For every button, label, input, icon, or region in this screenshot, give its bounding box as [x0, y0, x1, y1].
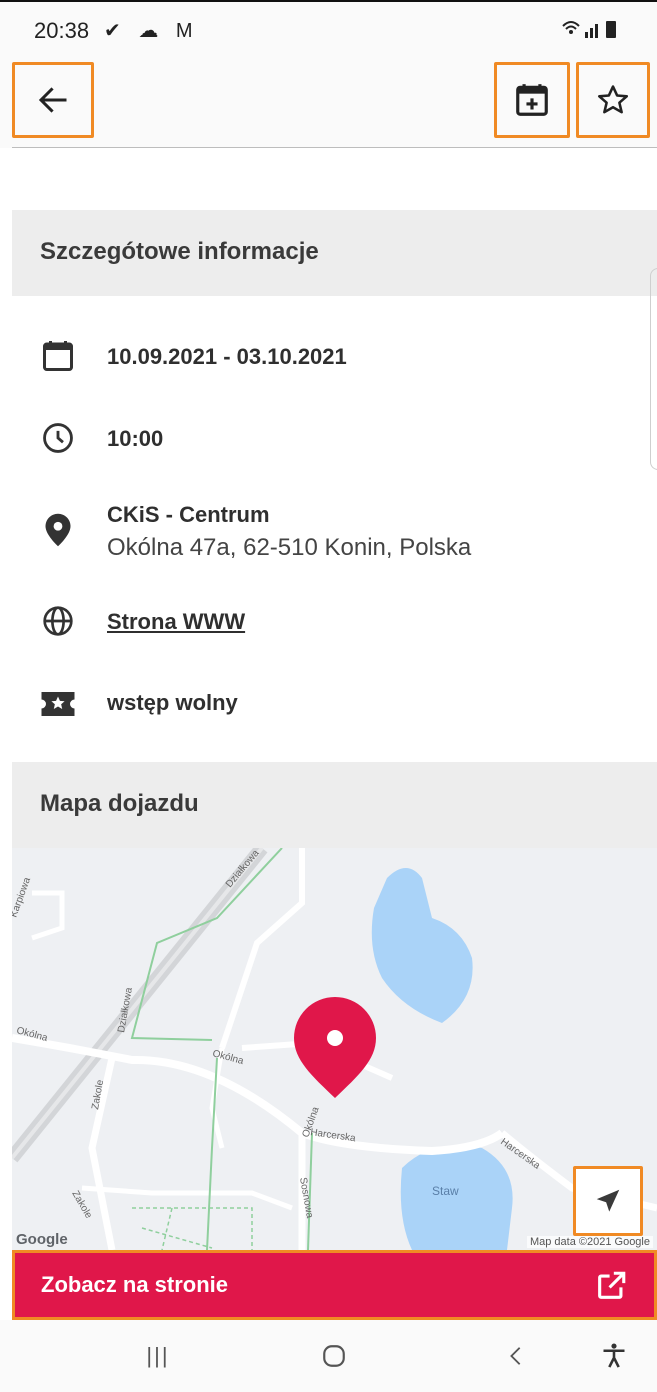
open-external-icon: [598, 1271, 626, 1299]
system-nav-bar: |||: [0, 1320, 657, 1392]
venue-address: Okólna 47a, 62-510 Konin, Polska: [107, 534, 472, 561]
event-date: 10.09.2021 - 03.10.2021: [107, 344, 347, 369]
my-location-button[interactable]: [573, 1166, 643, 1236]
star-outline-icon: [597, 85, 629, 114]
system-status-icons: [561, 18, 621, 46]
cta-label: Zobacz na stronie: [41, 1272, 229, 1297]
back-arrow-icon: [38, 87, 67, 113]
system-back-button[interactable]: [486, 1334, 546, 1378]
event-time: 10:00: [107, 426, 164, 451]
ticket-info: wstęp wolny: [107, 690, 238, 715]
globe-icon: [40, 603, 76, 639]
accessibility-button[interactable]: [584, 1334, 644, 1378]
chevron-left-icon: [510, 1347, 521, 1365]
lake-label: Staw: [432, 1184, 459, 1198]
map-view[interactable]: Działkowa Karpiowa Okólna Działkowa Zako…: [12, 848, 657, 1250]
home-icon: [323, 1345, 345, 1367]
recents-icon: |||: [146, 1343, 170, 1368]
venue-name: CKiS - Centrum: [107, 502, 270, 527]
add-to-calendar-button[interactable]: [494, 62, 570, 138]
calendar-plus-icon: [516, 84, 548, 116]
location-pin-icon: [40, 512, 76, 548]
recents-button[interactable]: |||: [128, 1334, 188, 1378]
scroll-indicator[interactable]: [650, 268, 657, 470]
home-button[interactable]: [304, 1334, 364, 1378]
status-bar: 20:38 ✔ ☁ M: [0, 0, 657, 62]
map-title: Mapa dojazdu: [40, 790, 199, 817]
favorite-button[interactable]: [576, 62, 650, 138]
calendar-icon: [40, 338, 76, 374]
app-bar-divider: [12, 147, 657, 148]
back-button[interactable]: [12, 62, 94, 138]
navigation-arrow-icon: [596, 1189, 620, 1212]
ticket-icon: [40, 686, 76, 722]
map-section-header: Mapa dojazdu: [12, 762, 657, 848]
clock-icon: [40, 420, 76, 456]
website-link[interactable]: Strona WWW: [107, 609, 245, 635]
notification-icons: ✔ ☁ M: [104, 20, 199, 42]
status-time: 20:38: [34, 18, 90, 43]
google-logo: Google: [16, 1231, 68, 1248]
map-canvas: Działkowa Karpiowa Okólna Działkowa Zako…: [12, 848, 657, 1250]
map-attribution: Map data ©2021 Google: [526, 1236, 653, 1248]
details-title: Szczegótowe informacje: [40, 238, 319, 265]
accessibility-icon: [603, 1343, 625, 1368]
details-section-header: Szczegótowe informacje: [12, 210, 657, 296]
view-on-website-button[interactable]: Zobacz na stronie: [12, 1250, 657, 1320]
